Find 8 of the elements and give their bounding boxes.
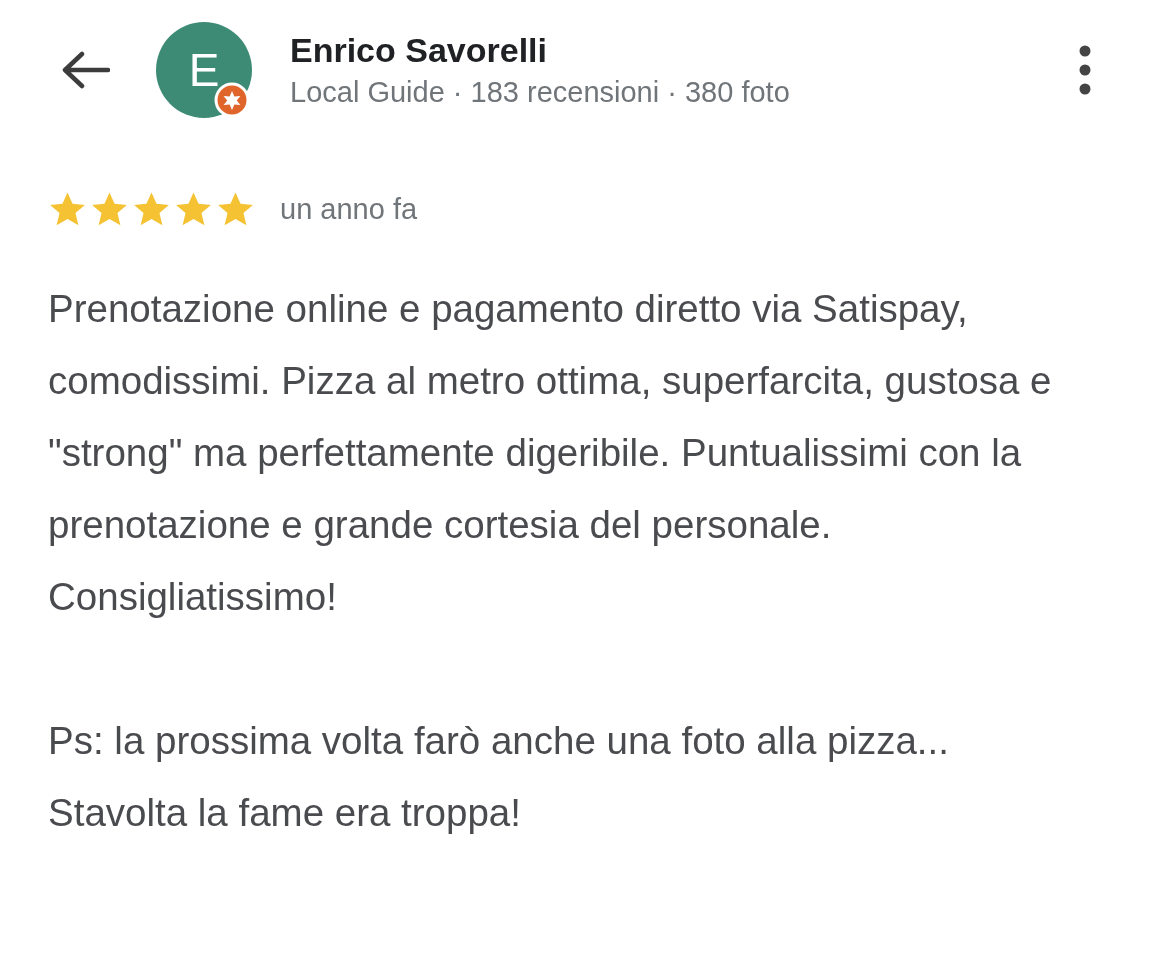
back-arrow-icon[interactable] [60, 50, 110, 90]
more-menu-icon[interactable] [1078, 45, 1092, 95]
review-date: un anno fa [280, 193, 418, 226]
review-text: Ps: la prossima volta farò anche una foto alla pizza... Stavolta la fame era troppa! [48, 718, 950, 836]
reviewer-stats: Local Guide · 183 recensioni · 380 foto [290, 75, 791, 110]
review-text: Prenotazione online e pagamento diretto via Satispay, comodissimi. Pizza al metro ottima, superfarcita, gustosa e "strong" ma perfettamente digeribile. Puntualissimi con la prenotazione e grande cortesia del personale. Consigliatissimo! [48, 286, 1053, 620]
reviewer-name: Enrico Savorelli [290, 30, 548, 71]
user-avatar[interactable]: E [156, 22, 252, 118]
